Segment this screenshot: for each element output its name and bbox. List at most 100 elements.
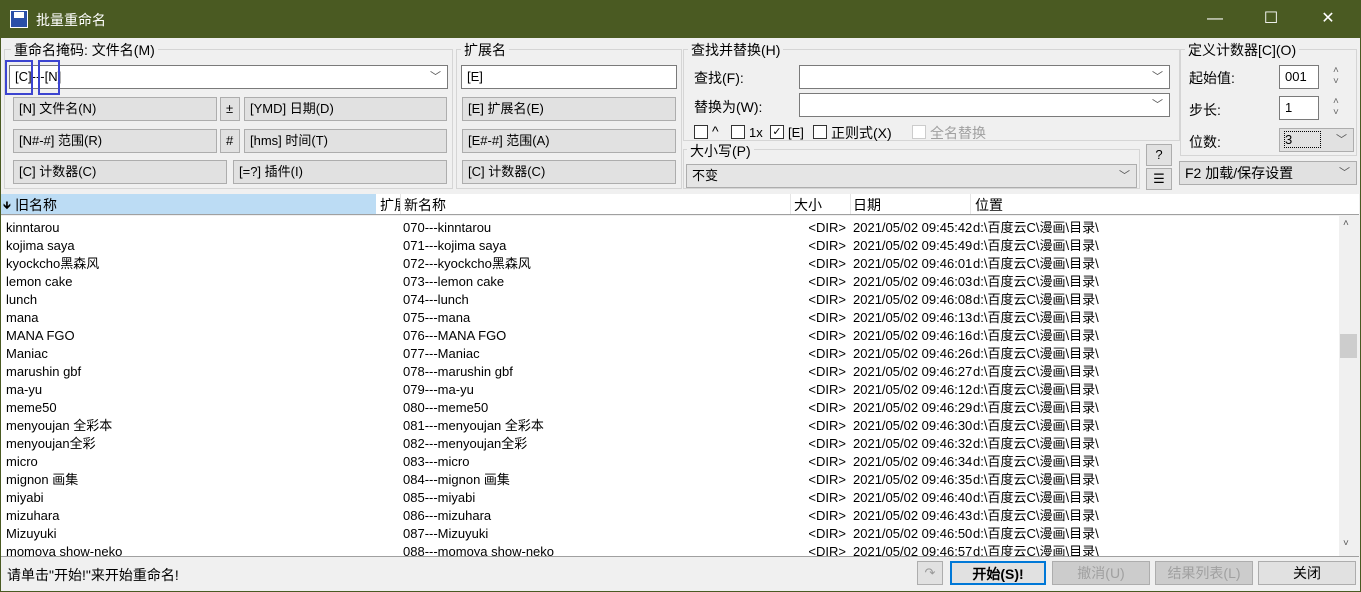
- insert-name-button[interactable]: [N] 文件名(N): [13, 97, 217, 121]
- table-row[interactable]: kyockcho黑森风 072---kyockcho黑森风 <DIR> 2021/05…: [1, 255, 1339, 273]
- table-row[interactable]: kojima saya 071---kojima saya <DIR> 2021/05…: [1, 237, 1339, 255]
- regex-checkbox[interactable]: [813, 125, 827, 139]
- table-row[interactable]: momoya show-neko 088---momoya show-neko <D…: [1, 543, 1339, 556]
- table-row[interactable]: mana 075---mana <DIR> 2021/05/02 09:46:13 d:…: [1, 309, 1339, 327]
- cell-date: 2021/05/02 09:46:12: [853, 382, 973, 397]
- cell-new-name: 075---mana: [403, 310, 471, 325]
- help-button[interactable]: ?: [1146, 144, 1172, 166]
- insert-time-button[interactable]: [hms] 时间(T): [244, 129, 447, 153]
- cell-location: d:\百度云C\漫画\目录\: [973, 220, 1099, 235]
- hash-button[interactable]: #: [220, 129, 240, 153]
- table-row[interactable]: miyabi 085---miyabi <DIR> 2021/05/02 09:46:…: [1, 489, 1339, 507]
- col-size[interactable]: 大小: [794, 195, 822, 215]
- table-row[interactable]: mizuhara 086---mizuhara <DIR> 2021/05/02 09…: [1, 507, 1339, 525]
- table-row[interactable]: MANA FGO 076---MANA FGO <DIR> 2021/05/02 09…: [1, 327, 1339, 345]
- table-row[interactable]: lemon cake 073---lemon cake <DIR> 2021/05/0…: [1, 273, 1339, 291]
- table-row[interactable]: kinntarou 070---kinntarou <DIR> 2021/05/02 …: [1, 219, 1339, 237]
- table-row[interactable]: ma-yu 079---ma-yu <DIR> 2021/05/02 09:46:12…: [1, 381, 1339, 399]
- cell-new-name: 080---meme50: [403, 400, 489, 415]
- insert-ext-range-button[interactable]: [E#-#] 范围(A): [462, 129, 676, 153]
- scroll-up-icon[interactable]: ˄: [1343, 218, 1349, 229]
- file-list[interactable]: kinntarou 070---kinntarou <DIR> 2021/05/02 …: [1, 216, 1339, 556]
- table-row[interactable]: micro 083---micro <DIR> 2021/05/02 09:46:34…: [1, 453, 1339, 471]
- cell-date: 2021/05/02 09:46:43: [853, 508, 973, 523]
- fullname-checkbox[interactable]: [912, 125, 926, 139]
- cell-location: d:\百度云C\漫画\目录\: [973, 490, 1099, 505]
- cell-date: 2021/05/02 09:46:40: [853, 490, 973, 505]
- once-checkbox[interactable]: [731, 125, 745, 139]
- minimize-button[interactable]: —: [1192, 0, 1238, 38]
- cell-size: <DIR>: [808, 310, 846, 325]
- scroll-down-icon[interactable]: ˅: [1343, 538, 1349, 549]
- case-select[interactable]: 不变 ﹀: [686, 164, 1137, 188]
- table-row[interactable]: mignon 画集 084---mignon 画集 <DIR> 2021/05/02 …: [1, 471, 1339, 489]
- start-button[interactable]: 开始(S)!: [950, 561, 1046, 585]
- plus-minus-button[interactable]: ±: [220, 97, 240, 121]
- chevron-down-icon[interactable]: ﹀: [430, 66, 441, 88]
- insert-counter-button[interactable]: [C] 计数器(C): [13, 160, 227, 184]
- find-input[interactable]: ﹀: [799, 65, 1170, 89]
- cell-date: 2021/05/02 09:46:57: [853, 544, 973, 556]
- list-icon: ☰: [1153, 171, 1165, 186]
- start-input[interactable]: 001: [1279, 65, 1319, 89]
- floppy-icon: [10, 10, 28, 28]
- results-button[interactable]: 结果列表(L): [1155, 561, 1253, 585]
- table-row[interactable]: Maniac 077---Maniac <DIR> 2021/05/02 09:46:…: [1, 345, 1339, 363]
- col-old-name[interactable]: 旧名称: [15, 195, 57, 215]
- insert-date-button[interactable]: [YMD] 日期(D): [244, 97, 447, 121]
- table-row[interactable]: menyoujan 全彩本 081---menyoujan 全彩本 <DIR> 202…: [1, 417, 1339, 435]
- caret-checkbox[interactable]: [694, 125, 708, 139]
- cell-new-name: 086---mizuhara: [403, 508, 492, 523]
- vertical-scrollbar[interactable]: ˄ ˅: [1339, 216, 1358, 556]
- settings-dropdown[interactable]: F2 加载/保存设置 ﹀: [1179, 161, 1357, 185]
- ext-checkbox[interactable]: ✓: [770, 125, 784, 139]
- insert-range-button[interactable]: [N#-#] 范围(R): [13, 129, 217, 153]
- replace-input[interactable]: ﹀: [799, 93, 1170, 117]
- cell-new-name: 076---MANA FGO: [403, 328, 507, 343]
- cell-old-name: menyoujan全彩: [6, 436, 96, 451]
- mask-input[interactable]: [C]---[N] ﹀: [9, 65, 448, 89]
- table-row[interactable]: menyoujan全彩 082---menyoujan全彩 <DIR> 2021/05…: [1, 435, 1339, 453]
- cell-old-name: ma-yu: [6, 382, 43, 397]
- redo-button[interactable]: ↷: [917, 561, 943, 585]
- cell-new-name: 070---kinntarou: [403, 220, 492, 235]
- scroll-thumb[interactable]: [1340, 334, 1357, 358]
- chevron-down-icon[interactable]: ﹀: [1339, 162, 1350, 184]
- table-row[interactable]: meme50 080---meme50 <DIR> 2021/05/02 09:46:…: [1, 399, 1339, 417]
- step-input[interactable]: 1: [1279, 96, 1319, 120]
- start-spinner[interactable]: ˄ ˅: [1333, 65, 1339, 87]
- close-button[interactable]: 关闭: [1258, 561, 1356, 585]
- insert-ext-counter-button[interactable]: [C] 计数器(C): [462, 160, 676, 184]
- undo-button[interactable]: 撤消(U): [1052, 561, 1150, 585]
- table-row[interactable]: marushin gbf 078---marushin gbf <DIR> 2021/…: [1, 363, 1339, 381]
- col-ext[interactable]: 扩展名: [380, 195, 400, 215]
- clipboard-button[interactable]: ☰: [1146, 168, 1172, 190]
- table-row[interactable]: lunch 074---lunch <DIR> 2021/05/02 09:46:08…: [1, 291, 1339, 309]
- chevron-down-icon[interactable]: ﹀: [1152, 94, 1163, 116]
- cell-old-name: mizuhara: [6, 508, 60, 523]
- maximize-button[interactable]: ☐: [1248, 0, 1294, 38]
- cell-date: 2021/05/02 09:45:49: [853, 238, 973, 253]
- close-window-button[interactable]: ✕: [1305, 0, 1351, 38]
- chevron-down-icon[interactable]: ﹀: [1119, 165, 1130, 187]
- cell-new-name: 079---ma-yu: [403, 382, 474, 397]
- cell-location: d:\百度云C\漫画\目录\: [973, 274, 1099, 289]
- cell-old-name: mignon 画集: [6, 472, 79, 487]
- cell-size: <DIR>: [808, 220, 846, 235]
- cell-size: <DIR>: [808, 490, 846, 505]
- insert-plugin-button[interactable]: [=?] 插件(I): [233, 160, 447, 184]
- digits-select[interactable]: 3 ﹀: [1279, 128, 1354, 152]
- cell-size: <DIR>: [808, 544, 846, 556]
- col-date[interactable]: 日期: [853, 195, 881, 215]
- chevron-down-icon[interactable]: ﹀: [1336, 129, 1347, 151]
- extension-input[interactable]: [E]: [461, 65, 677, 89]
- cell-size: <DIR>: [808, 526, 846, 541]
- cell-old-name: lemon cake: [6, 274, 73, 289]
- insert-ext-button[interactable]: [E] 扩展名(E): [462, 97, 676, 121]
- chevron-down-icon[interactable]: ﹀: [1152, 66, 1163, 88]
- table-row[interactable]: Mizuyuki 087---Mizuyuki <DIR> 2021/05/02 09…: [1, 525, 1339, 543]
- step-spinner[interactable]: ˄ ˅: [1333, 96, 1339, 118]
- cell-new-name: 082---menyoujan全彩: [403, 436, 528, 451]
- col-location[interactable]: 位置: [975, 195, 1003, 215]
- col-new-name[interactable]: 新名称: [404, 195, 446, 215]
